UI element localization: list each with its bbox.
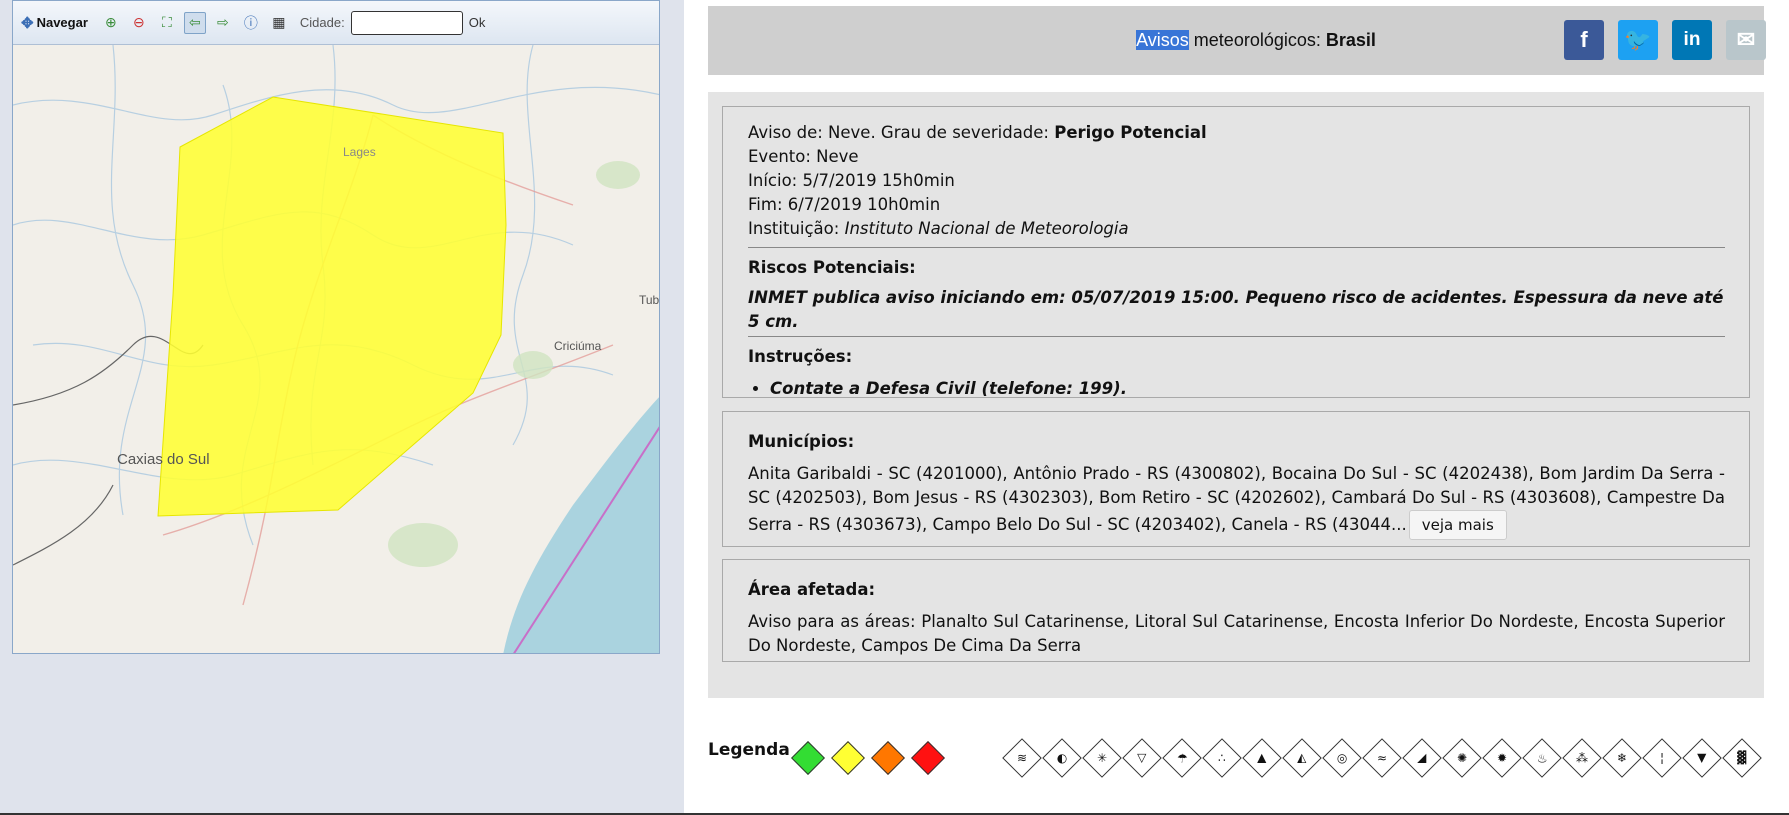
fim-line: Fim: 6/7/2019 10h0min xyxy=(748,195,941,214)
title-highlight: Avisos xyxy=(1136,30,1189,50)
zoom-in-icon[interactable]: ⊕ xyxy=(100,12,122,34)
evento-line: Evento: Neve xyxy=(748,147,859,166)
riscos-title: Riscos Potenciais: xyxy=(748,258,916,277)
navigate-button[interactable]: ✥ Navegar xyxy=(21,14,88,32)
grid-icon[interactable]: ▦ xyxy=(268,12,290,34)
coastal-icon: ✹ xyxy=(1482,738,1522,778)
riscos-text: INMET publica aviso iniciando em: 05/07/… xyxy=(748,288,1724,331)
snow-icon: ✳ xyxy=(1082,738,1122,778)
air-quality-icon: ≈ xyxy=(1362,738,1402,778)
map-label-criciuma: Criciúma xyxy=(554,339,602,353)
instituicao-line: Instituição: Instituto Nacional de Meteo… xyxy=(748,219,1129,238)
fog-icon: ◎ xyxy=(1322,738,1362,778)
map-canvas[interactable]: Lages Caxias do Sul Criciúma Tub xyxy=(13,44,660,653)
inicio-line: Início: 5/7/2019 15h0min xyxy=(748,171,955,190)
veja-mais-button[interactable]: veja mais xyxy=(1408,510,1507,540)
map-label-lages: Lages xyxy=(343,145,376,159)
hail-icon: ∴ xyxy=(1202,738,1242,778)
twitter-icon: 🐦 xyxy=(1624,27,1652,52)
instrucoes-list: Contate a Defesa Civil (telefone: 199). xyxy=(748,377,1725,401)
rain-icon: ☂ xyxy=(1162,738,1202,778)
share-buttons: f 🐦 in ✉ xyxy=(1564,20,1766,60)
municipios-card: Municípios: Anita Garibaldi - SC (420100… xyxy=(722,411,1750,547)
area-title: Área afetada: xyxy=(748,580,876,599)
next-view-icon[interactable]: ⇨ xyxy=(212,12,234,34)
severity-yellow-icon xyxy=(831,741,865,775)
severity-green-icon xyxy=(791,741,825,775)
thunderstorm-icon: ▓ xyxy=(1722,738,1762,778)
alert-box: Aviso de: Neve. Grau de severidade: Peri… xyxy=(708,92,1764,698)
move-icon: ✥ xyxy=(21,14,34,32)
aviso-line: Aviso de: Neve. Grau de severidade: Peri… xyxy=(748,123,1207,142)
previous-view-icon[interactable]: ⇦ xyxy=(183,11,206,34)
storm-icon: ▲ xyxy=(1242,738,1282,778)
title-region: Brasil xyxy=(1325,30,1376,50)
header-bar: Avisos meteorológicos: Brasil f 🐦 in ✉ xyxy=(708,6,1766,75)
severity-value: Perigo Potencial xyxy=(1054,123,1207,142)
navigate-label: Navegar xyxy=(36,15,88,30)
area-text: Aviso para as áreas: Planalto Sul Catari… xyxy=(748,612,1725,655)
temperature-icon: ▼ xyxy=(1682,738,1722,778)
zoom-out-icon[interactable]: ⊖ xyxy=(128,12,150,34)
landslide-icon: ✺ xyxy=(1442,738,1482,778)
map-label-tub: Tub xyxy=(639,293,660,307)
drought-icon: ❄ xyxy=(1602,738,1642,778)
severity-orange-icon xyxy=(871,741,905,775)
cidade-input[interactable] xyxy=(350,10,463,35)
divider xyxy=(748,336,1725,337)
heat-icon: ◭ xyxy=(1282,738,1322,778)
linkedin-icon: in xyxy=(1683,29,1701,50)
area-card: Área afetada: Aviso para as áreas: Plana… xyxy=(722,559,1750,662)
map-label-caxias: Caxias do Sul xyxy=(117,451,210,468)
facebook-icon: f xyxy=(1580,27,1588,52)
linkedin-button[interactable]: in xyxy=(1672,20,1712,60)
cidade-label: Cidade: xyxy=(299,15,345,30)
ice-icon: ¦ xyxy=(1642,738,1682,778)
divider xyxy=(748,247,1725,248)
map-panel: ✥ Navegar ⊕ ⊖ ⛶ ⇦ ⇨ ⓘ ▦ Cidade: Ok Lages… xyxy=(0,0,684,815)
municipios-title: Municípios: xyxy=(748,432,855,451)
legend-label: Legenda xyxy=(708,740,790,760)
cyclone-icon: ◐ xyxy=(1042,738,1082,778)
page-title: Avisos meteorológicos: Brasil xyxy=(1136,30,1376,51)
instrucao-item: Contate a Defesa Civil (telefone: 199). xyxy=(770,377,1725,401)
twitter-button[interactable]: 🐦 xyxy=(1618,20,1658,60)
title-text: meteorológicos: xyxy=(1188,30,1326,50)
municipios-text: Anita Garibaldi - SC (4201000), Antônio … xyxy=(748,462,1725,540)
ok-button[interactable]: Ok xyxy=(469,15,486,30)
email-button[interactable]: ✉ xyxy=(1726,20,1766,60)
legend: Legenda ≋ ◐ ✳ ▽ ☂ ∴ ▲ ◭ ◎ ≈ ◢ ✺ ✹ ♨ ⁂ ❄ … xyxy=(708,730,1768,790)
wind-icon: ≋ xyxy=(1002,738,1042,778)
map-toolbar: ✥ Navegar ⊕ ⊖ ⛶ ⇦ ⇨ ⓘ ▦ Cidade: Ok xyxy=(13,1,659,45)
facebook-button[interactable]: f xyxy=(1564,20,1604,60)
severity-red-icon xyxy=(911,741,945,775)
instituicao-value: Instituto Nacional de Meteorologia xyxy=(844,219,1129,238)
waves-icon: ◢ xyxy=(1402,738,1442,778)
map-frame[interactable]: ✥ Navegar ⊕ ⊖ ⛶ ⇦ ⇨ ⓘ ▦ Cidade: Ok Lages… xyxy=(12,0,660,654)
frost-icon: ▽ xyxy=(1122,738,1162,778)
alert-details-card: Aviso de: Neve. Grau de severidade: Peri… xyxy=(722,106,1750,398)
flood-icon: ♨ xyxy=(1522,738,1562,778)
info-icon[interactable]: ⓘ xyxy=(240,12,262,34)
email-icon: ✉ xyxy=(1736,27,1756,52)
zoom-extent-icon[interactable]: ⛶ xyxy=(156,12,178,34)
instrucoes-title: Instruções: xyxy=(748,347,853,366)
fire-icon: ⁂ xyxy=(1562,738,1602,778)
